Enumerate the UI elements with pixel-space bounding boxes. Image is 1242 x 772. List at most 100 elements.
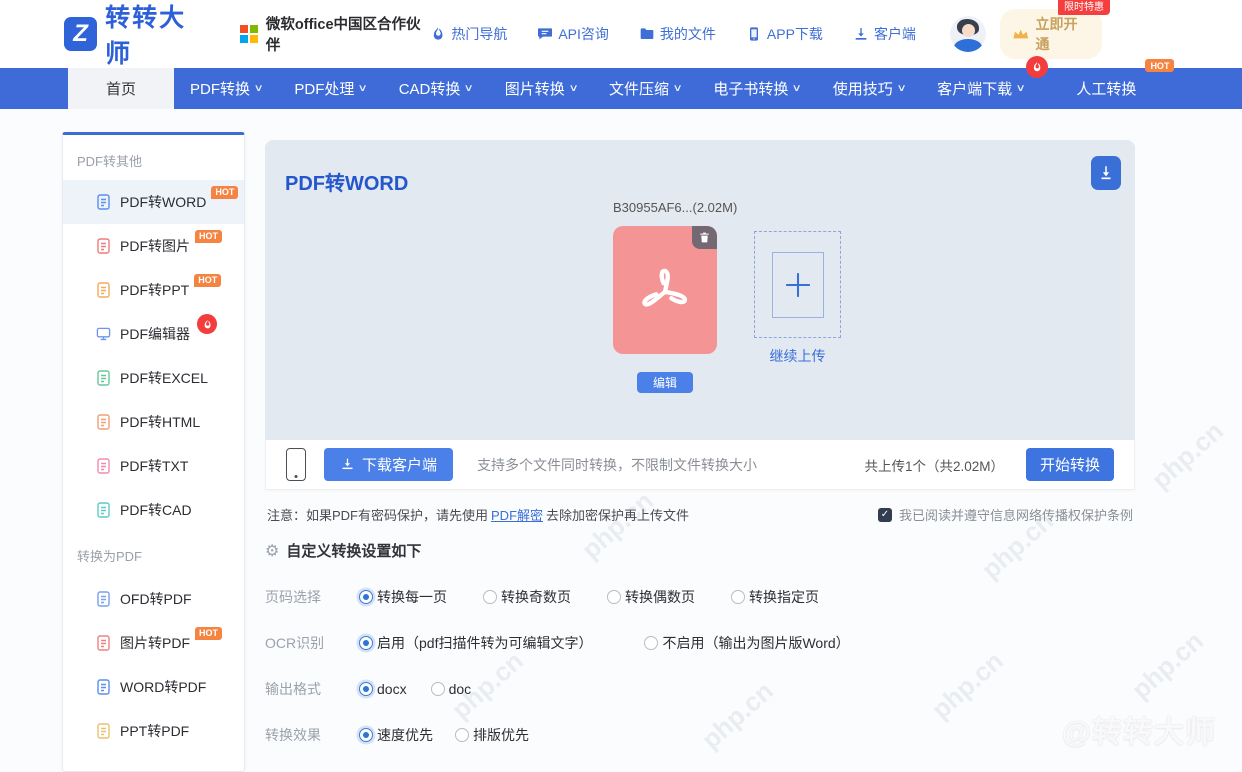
main-nav: 首页 PDF转换∨ PDF处理∨ CAD转换∨ 图片转换∨ 文件压缩∨ 电子书转…: [0, 68, 1242, 109]
radio-convert-every-page[interactable]: 转换每一页: [359, 587, 447, 607]
mobile-phone-icon: [286, 448, 306, 481]
edit-file-button[interactable]: 编辑: [637, 372, 693, 393]
agreement-row: ✓ 我已阅读并遵守信息网络传播权保护条例: [878, 505, 1133, 524]
nav-item-pdf-convert[interactable]: PDF转换∨: [174, 68, 278, 109]
api-consult-link[interactable]: API咨询: [537, 24, 609, 44]
sidebar-item-pdf-to-excel[interactable]: PDF转EXCEL: [63, 356, 244, 400]
flame-badge: [1026, 56, 1048, 78]
delete-file-button[interactable]: [692, 226, 717, 249]
chat-icon: [537, 26, 553, 42]
hot-badge: HOT: [194, 274, 221, 287]
sidebar-item-pdf-to-word[interactable]: PDF转WORD HOT: [63, 180, 244, 224]
chevron-down-icon: ∨: [896, 83, 906, 94]
radio-icon: [359, 728, 373, 742]
nav-item-cad-convert[interactable]: CAD转换∨: [383, 68, 489, 109]
vip-crown-icon: [1012, 28, 1030, 40]
continue-upload-label[interactable]: 继续上传: [754, 346, 841, 366]
sidebar-item-pdf-to-image[interactable]: PDF转图片 HOT: [63, 224, 244, 268]
app-download-link[interactable]: APP下载: [746, 24, 823, 44]
monitor-icon: [96, 326, 111, 342]
flame-badge: [197, 314, 217, 334]
sidebar-item-pdf-editor[interactable]: PDF编辑器: [63, 312, 244, 356]
radio-layout-priority[interactable]: 排版优先: [455, 725, 529, 745]
file-icon: [96, 414, 111, 430]
sidebar-item-image-to-pdf[interactable]: 图片转PDF HOT: [63, 621, 244, 665]
brand-logo[interactable]: Z 转转大师: [64, 0, 210, 70]
radio-speed-priority[interactable]: 速度优先: [359, 725, 433, 745]
download-client-button[interactable]: 下载客户端: [324, 448, 453, 481]
file-icon: [96, 591, 111, 607]
client-download-link[interactable]: 客户端: [853, 24, 916, 44]
sidebar-item-pdf-to-ppt[interactable]: PDF转PPT HOT: [63, 268, 244, 312]
chevron-down-icon: ∨: [254, 83, 264, 94]
radio-icon: [359, 590, 373, 604]
password-notice-row: 注意：如果PDF有密码保护，请先使用 PDF解密 去除加密保护再上传文件 ✓ 我…: [265, 505, 1135, 524]
action-bar: 下载客户端 支持多个文件同时转换，不限制文件转换大小 共上传1个（共2.02M）…: [265, 440, 1135, 490]
gear-icon: ⚙: [265, 541, 279, 561]
nav-item-manual-convert[interactable]: 人工转换 HOT: [1060, 68, 1152, 109]
header-links: 热门导航 API咨询 我的文件 APP下载 客户端: [430, 24, 916, 44]
page-title: PDF转WORD: [285, 167, 408, 196]
radio-icon: [483, 590, 497, 604]
radio-ocr-enable[interactable]: 启用（pdf扫描件转为可编辑文字）: [359, 633, 592, 653]
agreement-checkbox[interactable]: ✓: [878, 508, 892, 522]
plus-icon: [772, 252, 824, 318]
sidebar-item-ofd-to-pdf[interactable]: OFD转PDF: [63, 577, 244, 621]
setting-row-output-format: 输出格式 docx doc: [265, 679, 1135, 699]
hot-badge: HOT: [195, 230, 222, 243]
chevron-down-icon: ∨: [464, 83, 474, 94]
sidebar-section-title: PDF转其他: [63, 135, 244, 180]
sidebar-item-ppt-to-pdf[interactable]: PPT转PDF: [63, 709, 244, 753]
nav-item-client-download[interactable]: 客户端下载∨: [921, 68, 1040, 109]
sidebar-item-pdf-to-txt[interactable]: PDF转TXT: [63, 444, 244, 488]
radio-format-docx[interactable]: docx: [359, 681, 407, 697]
nav-item-pdf-process[interactable]: PDF处理∨: [278, 68, 382, 109]
start-convert-button[interactable]: 开始转换: [1026, 448, 1114, 481]
nav-item-ebook-convert[interactable]: 电子书转换∨: [697, 68, 816, 109]
chevron-down-icon: ∨: [358, 83, 368, 94]
vip-activate-button[interactable]: 限时特惠 立即开通: [1000, 9, 1102, 59]
nav-item-home[interactable]: 首页: [68, 68, 174, 109]
microsoft-partner-badge: 微软office中国区合作伙伴: [240, 13, 430, 55]
user-avatar[interactable]: [950, 16, 986, 52]
radio-convert-specified-pages[interactable]: 转换指定页: [731, 587, 819, 607]
uploaded-file-card: [613, 226, 717, 354]
file-icon: [96, 194, 111, 210]
file-icon: [96, 238, 111, 254]
nav-item-tips[interactable]: 使用技巧∨: [817, 68, 921, 109]
panel-download-button[interactable]: [1091, 156, 1121, 190]
setting-row-page-select: 页码选择 转换每一页 转换奇数页 转换偶数页 转换指定页: [265, 587, 1135, 607]
brand-logo-text: 转转大师: [105, 0, 210, 70]
file-icon: [96, 679, 111, 695]
radio-icon: [731, 590, 745, 604]
my-files-link[interactable]: 我的文件: [639, 24, 716, 44]
file-icon: [96, 370, 111, 386]
sidebar-item-word-to-pdf[interactable]: WORD转PDF: [63, 665, 244, 709]
radio-convert-even-pages[interactable]: 转换偶数页: [607, 587, 695, 607]
radio-icon: [431, 682, 445, 696]
microsoft-logo-icon: [240, 25, 258, 43]
download-icon: [853, 26, 869, 42]
file-icon: [96, 282, 111, 298]
trash-icon: [698, 231, 711, 244]
sidebar-item-pdf-to-html[interactable]: PDF转HTML: [63, 400, 244, 444]
radio-convert-odd-pages[interactable]: 转换奇数页: [483, 587, 571, 607]
pdf-decrypt-link[interactable]: PDF解密: [491, 505, 543, 524]
nav-item-image-convert[interactable]: 图片转换∨: [489, 68, 593, 109]
file-icon: [96, 502, 111, 518]
continue-upload-dropzone[interactable]: [754, 231, 841, 338]
sidebar-item-pdf-to-cad[interactable]: PDF转CAD: [63, 488, 244, 532]
setting-row-ocr: OCR识别 启用（pdf扫描件转为可编辑文字） 不启用（输出为图片版Word）: [265, 633, 1135, 653]
radio-icon: [359, 636, 373, 650]
hot-nav-link[interactable]: 热门导航: [430, 24, 507, 44]
radio-icon: [607, 590, 621, 604]
promo-badge: 限时特惠: [1058, 0, 1110, 15]
download-icon: [1097, 164, 1115, 182]
radio-icon: [359, 682, 373, 696]
conversion-sidebar: PDF转其他 PDF转WORD HOT PDF转图片 HOT PDF转PPT H…: [62, 132, 245, 772]
chevron-down-icon: ∨: [673, 83, 683, 94]
nav-item-file-compress[interactable]: 文件压缩∨: [593, 68, 697, 109]
top-header: Z 转转大师 微软office中国区合作伙伴 热门导航 API咨询 我的文件 A…: [0, 0, 1242, 68]
radio-format-doc[interactable]: doc: [431, 681, 472, 697]
radio-ocr-disable[interactable]: 不启用（输出为图片版Word）: [644, 633, 849, 653]
